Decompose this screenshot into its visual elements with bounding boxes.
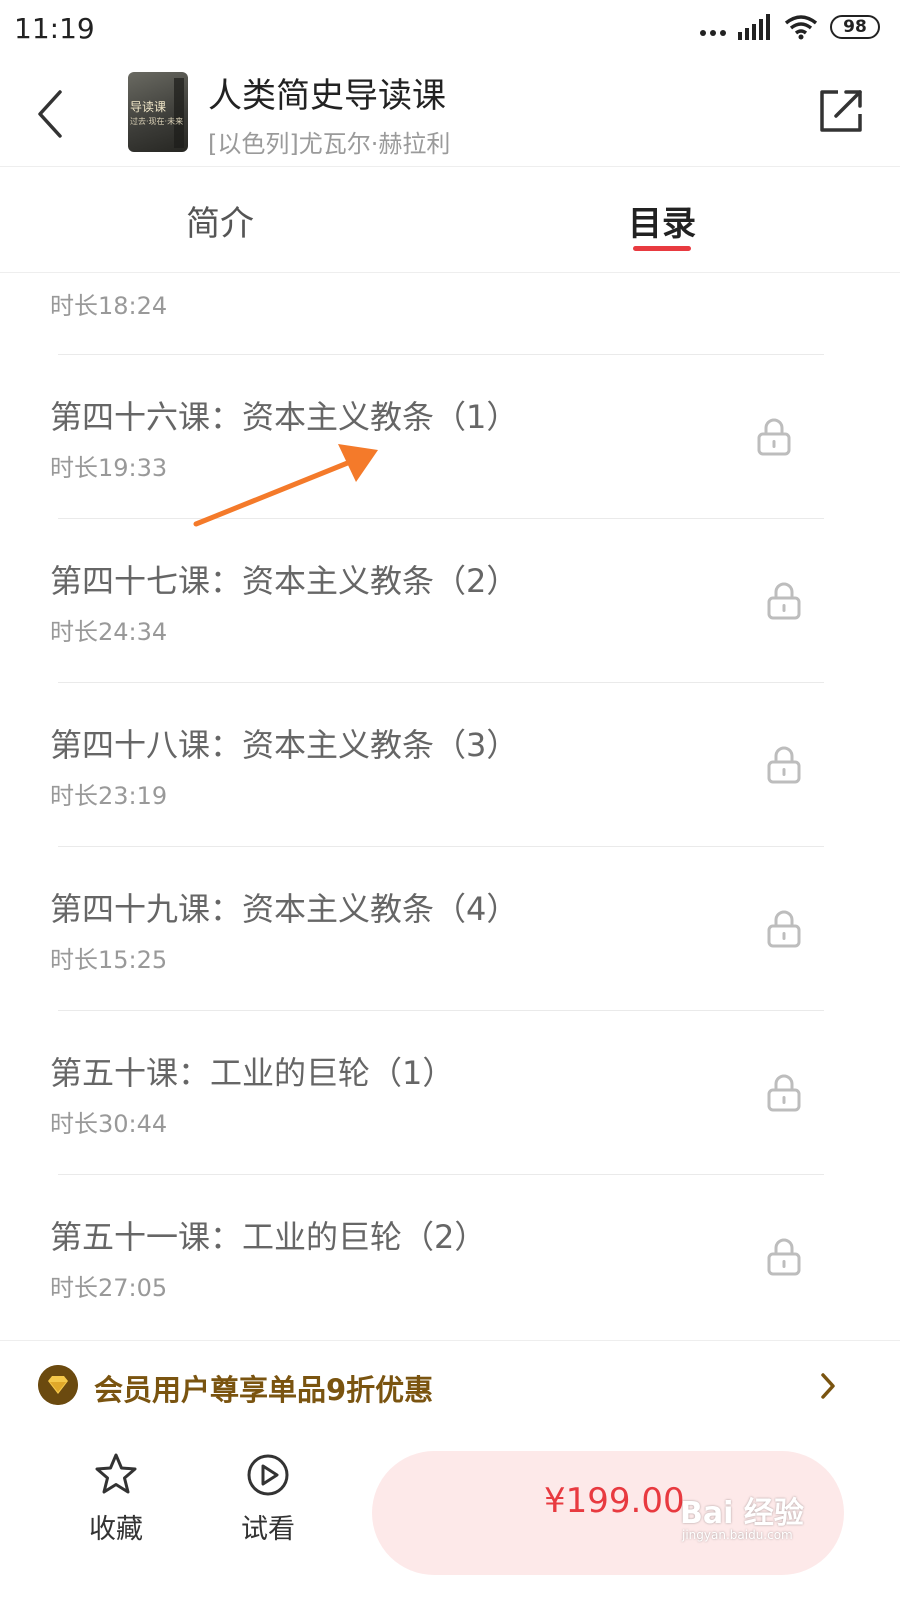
list-item[interactable]: 第四十七课：资本主义教条（2） 时长24:34 xyxy=(0,518,900,682)
play-circle-icon xyxy=(247,1454,289,1496)
lock-icon xyxy=(767,910,801,948)
book-cover: 导读课 过去·现在·未来 xyxy=(128,72,188,152)
tab-bar: 简介 目录 xyxy=(0,166,900,273)
book-author: [以色列]尤瓦尔·赫拉利 xyxy=(208,130,451,158)
star-icon xyxy=(95,1453,137,1494)
trial-label: 试看 xyxy=(241,1514,295,1545)
wifi-icon xyxy=(784,15,818,40)
chevron-left-icon xyxy=(38,90,62,138)
lesson-title: 第四十九课：资本主义教条（4） xyxy=(50,890,519,928)
signal-icon xyxy=(738,14,770,40)
book-title: 人类简史导读课 xyxy=(208,76,446,116)
lesson-duration: 时长18:24 xyxy=(50,292,168,320)
member-discount-text: 会员用户尊享单品9折优惠 xyxy=(94,1373,434,1407)
tab-intro[interactable]: 简介 xyxy=(186,196,254,245)
lock-icon xyxy=(767,1074,801,1112)
lesson-duration: 时长30:44 xyxy=(50,1110,168,1138)
favorite-button[interactable]: 收藏 xyxy=(66,1451,166,1545)
chevron-right-icon xyxy=(821,1373,835,1399)
lesson-list[interactable]: 时长18:24 第四十六课：资本主义教条（1） 时长19:33 第四十七课：资本… xyxy=(0,272,900,1340)
lock-icon xyxy=(767,582,801,620)
battery-indicator: 98 xyxy=(830,15,880,39)
share-icon xyxy=(820,90,862,132)
favorite-label: 收藏 xyxy=(89,1514,143,1545)
list-item[interactable]: 第四十六课：资本主义教条（1） 时长19:33 xyxy=(0,354,900,518)
list-item[interactable]: 第四十九课：资本主义教条（4） 时长15:25 xyxy=(0,846,900,1010)
tab-catalog[interactable]: 目录 xyxy=(628,196,696,245)
status-icons: 98 xyxy=(700,14,880,40)
list-item[interactable]: 第四十八课：资本主义教条（3） 时长23:19 xyxy=(0,682,900,846)
lesson-title: 第五十一课：工业的巨轮（2） xyxy=(50,1218,487,1256)
active-tab-indicator xyxy=(633,246,691,251)
trial-button[interactable]: 试看 xyxy=(218,1451,318,1545)
buy-button[interactable]: ¥199.00 xyxy=(372,1451,844,1575)
lock-icon xyxy=(767,746,801,784)
divider xyxy=(58,846,824,847)
back-button[interactable] xyxy=(30,84,74,144)
lesson-title: 第四十七课：资本主义教条（2） xyxy=(50,562,519,600)
list-item[interactable]: 第五十课：工业的巨轮（1） 时长30:44 xyxy=(0,1010,900,1174)
lock-icon xyxy=(767,1238,801,1276)
lock-icon xyxy=(757,418,791,456)
lesson-duration: 时长19:33 xyxy=(50,454,168,482)
divider xyxy=(58,1174,824,1175)
lesson-title: 第五十课：工业的巨轮（1） xyxy=(50,1054,455,1092)
divider xyxy=(58,354,824,355)
lesson-duration: 时长27:05 xyxy=(50,1274,168,1302)
lesson-duration: 时长23:19 xyxy=(50,782,168,810)
share-button[interactable] xyxy=(816,86,866,136)
cover-subtext: 过去·现在·未来 xyxy=(130,117,184,126)
status-bar: 11:19 98 xyxy=(0,0,900,62)
cover-text: 导读课 xyxy=(130,100,167,114)
status-time: 11:19 xyxy=(14,12,95,45)
lesson-duration: 时长24:34 xyxy=(50,618,168,646)
divider xyxy=(58,1010,824,1011)
header: 导读课 过去·现在·未来 人类简史导读课 [以色列]尤瓦尔·赫拉利 xyxy=(0,62,900,167)
more-dots-icon xyxy=(700,15,726,39)
list-item[interactable]: 第五十一课：工业的巨轮（2） 时长27:05 xyxy=(0,1174,900,1338)
member-discount-banner[interactable]: 会员用户尊享单品9折优惠 xyxy=(0,1340,900,1432)
lesson-duration: 时长15:25 xyxy=(50,946,168,974)
lesson-title: 第四十八课：资本主义教条（3） xyxy=(50,726,519,764)
divider xyxy=(58,518,824,519)
divider xyxy=(58,682,824,683)
vip-diamond-icon xyxy=(38,1365,78,1405)
price-label: ¥199.00 xyxy=(544,1481,685,1521)
lesson-title: 第四十六课：资本主义教条（1） xyxy=(50,398,519,436)
bottom-action-bar: 收藏 试看 ¥199.00 xyxy=(0,1431,900,1600)
